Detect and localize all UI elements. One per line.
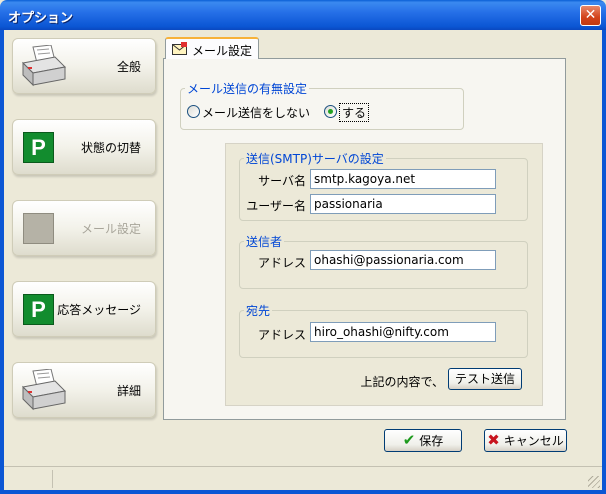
mail-tab-icon <box>172 42 187 55</box>
user-input[interactable]: passionaria <box>310 194 496 214</box>
sidebar-item-mail-settings[interactable]: メール設定 <box>12 200 156 256</box>
radio-no-send-label[interactable]: メール送信をしない <box>202 104 310 121</box>
sidebar-item-label: 詳細 <box>116 384 141 398</box>
cancel-label: キャンセル <box>503 434 564 448</box>
group-title: メール送信の有無設定 <box>185 80 310 97</box>
radio-send-label[interactable]: する <box>339 103 370 122</box>
sidebar-item-label: メール設定 <box>80 222 141 236</box>
server-input[interactable]: smtp.kagoya.net <box>310 169 496 189</box>
server-label: サーバ名 <box>258 174 306 188</box>
status-separator <box>52 470 53 488</box>
recipient-address-label: アドレス <box>257 328 306 342</box>
sidebar-item-general[interactable]: 全般 <box>12 38 156 94</box>
sidebar-item-details[interactable]: 詳細 <box>12 362 156 418</box>
window-frame-right <box>602 30 606 494</box>
check-icon: ✔ <box>402 431 416 449</box>
x-icon: ✖ <box>487 431 500 449</box>
status-bar <box>4 466 602 490</box>
test-prompt: 上記の内容で、 <box>360 375 444 389</box>
printer-icon <box>21 45 67 87</box>
recipient-address-input[interactable]: hiro_ohashi@nifty.com <box>310 322 496 342</box>
resize-grip-icon[interactable] <box>588 476 600 488</box>
test-send-button[interactable]: テスト送信 <box>448 368 522 390</box>
sidebar-item-reply-message[interactable]: P 応答メッセージ <box>12 281 156 337</box>
close-icon[interactable]: ✕ <box>580 5 601 26</box>
sidebar-item-status-switch[interactable]: P 状態の切替 <box>12 119 156 175</box>
group-title: 送信(SMTP)サーバの設定 <box>244 150 386 167</box>
window-title: オプション <box>8 11 74 26</box>
radio-no-send[interactable] <box>187 105 200 118</box>
cancel-button[interactable]: ✖ キャンセル <box>484 429 567 452</box>
sender-address-input[interactable]: ohashi@passionaria.com <box>310 250 496 270</box>
sender-address-label: アドレス <box>257 256 306 270</box>
p-icon: P <box>23 294 54 325</box>
mail-settings-icon <box>23 213 54 244</box>
printer-icon <box>21 369 67 411</box>
p-icon: P <box>23 132 54 163</box>
radio-send[interactable] <box>324 105 337 118</box>
user-label: ユーザー名 <box>246 199 306 213</box>
group-title: 宛先 <box>244 302 273 319</box>
sidebar-item-label: 応答メッセージ <box>57 303 141 317</box>
sidebar-item-label: 状態の切替 <box>80 141 141 155</box>
window-frame-left <box>0 30 4 494</box>
tab-label: メール設定 <box>192 44 253 58</box>
tab-mail-settings[interactable]: メール設定 <box>165 37 259 59</box>
window-frame-bottom <box>0 490 606 494</box>
sidebar-item-label: 全般 <box>116 60 141 74</box>
title-bar[interactable]: オプション ✕ <box>0 0 606 30</box>
group-title: 送信者 <box>244 233 285 250</box>
save-label: 保存 <box>419 434 444 448</box>
save-button[interactable]: ✔ 保存 <box>384 429 462 452</box>
